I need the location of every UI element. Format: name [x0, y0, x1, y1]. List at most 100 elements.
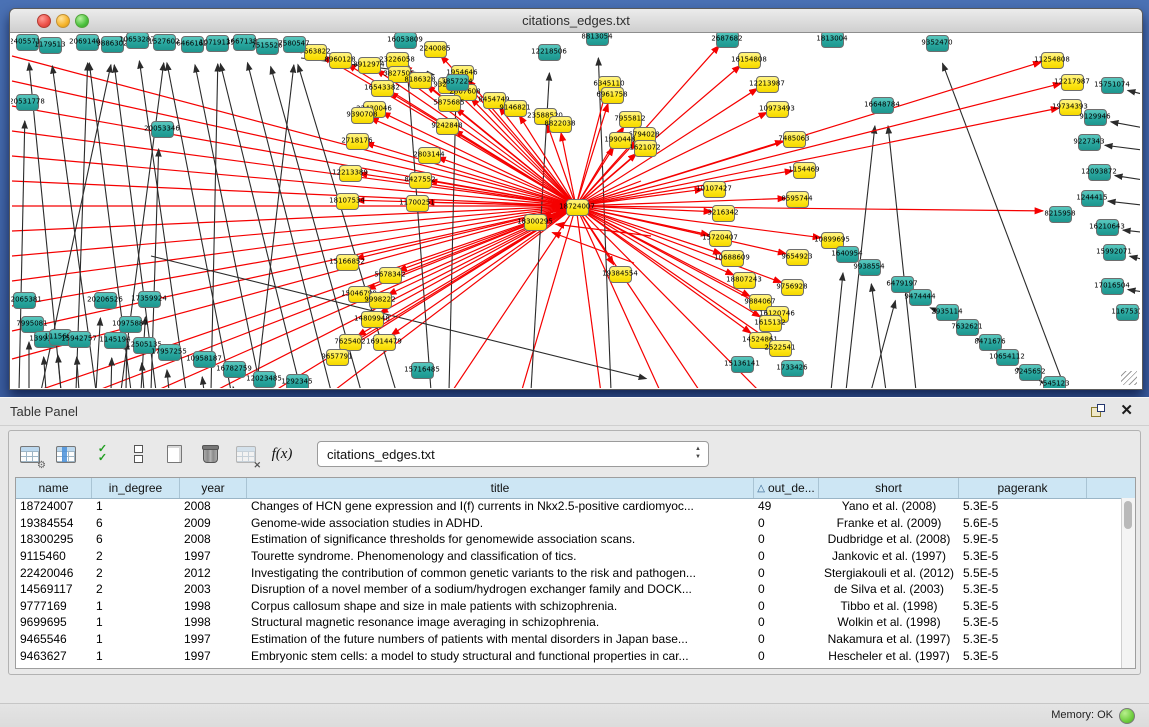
column-header-year[interactable]: year [180, 478, 247, 498]
graph-node[interactable]: 1154469 [793, 162, 816, 179]
graph-node[interactable]: 16914479 [373, 334, 396, 351]
graph-node[interactable]: 20691406 [76, 34, 99, 51]
graph-node[interactable]: 18807243 [733, 272, 756, 289]
graph-node[interactable]: 10973493 [766, 101, 789, 118]
graph-node[interactable]: 10958187 [193, 351, 216, 368]
graph-node[interactable]: 1813004 [821, 33, 844, 48]
graph-node[interactable]: 11254808 [1041, 52, 1064, 69]
delete-table-icon[interactable]: ✕ [233, 441, 259, 467]
graph-node[interactable]: 9146821 [504, 100, 527, 117]
table-selector-dropdown[interactable]: citations_edges.txt ▲▼ [317, 441, 709, 467]
graph-node[interactable]: 10107427 [703, 181, 726, 198]
graph-node[interactable]: 17359924 [138, 291, 161, 308]
graph-node[interactable]: 9352470 [926, 35, 949, 52]
graph-node[interactable]: 20206526 [94, 292, 117, 309]
graph-node[interactable]: 16648784 [871, 97, 894, 114]
graph-node[interactable]: 16154808 [738, 52, 761, 69]
graph-node[interactable]: 8471676 [979, 334, 1002, 351]
table-row[interactable]: 1872400712008Changes of HCN gene express… [16, 498, 1122, 515]
graph-node[interactable]: 5875685 [438, 95, 461, 112]
graph-node[interactable]: 8813054 [586, 33, 609, 46]
graph-node[interactable]: 12213389 [339, 165, 362, 182]
graph-node[interactable]: 2687682 [716, 33, 739, 48]
delete-rows-icon[interactable] [197, 441, 223, 467]
graph-node[interactable]: 8912974 [358, 57, 381, 74]
graph-node[interactable]: 15136141 [731, 356, 754, 373]
select-columns-icon[interactable] [53, 441, 79, 467]
vertical-scrollbar[interactable] [1121, 498, 1135, 668]
table-row[interactable]: 969969511998Structural magnetic resonanc… [16, 614, 1122, 631]
table-settings-icon[interactable]: ⚙ [17, 441, 43, 467]
graph-node[interactable]: 9998222 [369, 292, 392, 309]
graph-node[interactable]: 12217987 [1061, 74, 1084, 91]
graph-node[interactable]: 12093872 [1088, 164, 1111, 181]
graph-node[interactable]: 9654923 [786, 249, 809, 266]
graph-node[interactable]: 8215958 [1049, 206, 1072, 223]
graph-node[interactable]: 9938554 [858, 259, 881, 276]
graph-node[interactable]: 12213987 [756, 76, 779, 93]
network-canvas[interactable]: 7663822896012889129742322605838275051654… [11, 33, 1140, 388]
column-header-title[interactable]: title [247, 478, 754, 498]
graph-node[interactable]: 10688609 [721, 250, 744, 267]
graph-node[interactable]: 7545123 [1043, 376, 1066, 389]
row-height-icon[interactable] [125, 441, 151, 467]
graph-node[interactable]: 1244415 [1081, 190, 1104, 207]
graph-node[interactable]: 16543382 [371, 80, 394, 97]
graph-node[interactable]: 7955812 [619, 111, 642, 128]
graph-node[interactable]: 12023485 [253, 371, 276, 388]
graph-node[interactable]: 1733426 [781, 360, 804, 377]
graph-node[interactable]: 17957255 [158, 344, 181, 361]
graph-node[interactable]: 20531778 [16, 94, 39, 111]
column-header-name[interactable]: name [16, 478, 92, 498]
graph-node[interactable]: 15992071 [1103, 244, 1126, 261]
graph-node[interactable]: 2935114 [936, 304, 959, 321]
column-header-in_degree[interactable]: in_degree [92, 478, 180, 498]
graph-node[interactable]: 2718176 [346, 133, 369, 150]
graph-node[interactable]: 16210643 [1096, 219, 1119, 236]
graph-node[interactable]: 18724007 [566, 199, 589, 216]
graph-node[interactable]: 15716485 [411, 362, 434, 379]
graph-node[interactable]: 11700251 [406, 195, 429, 212]
graph-node[interactable]: 1615132 [759, 315, 782, 332]
graph-node[interactable]: 9390708 [351, 107, 374, 124]
graph-node[interactable]: 19384554 [609, 266, 632, 283]
graph-node[interactable]: 5678342 [379, 267, 402, 284]
graph-node[interactable]: 1527602 [153, 34, 176, 51]
graph-node[interactable]: 1621072 [634, 140, 657, 157]
graph-node[interactable]: 15166852 [336, 254, 359, 271]
graph-node[interactable]: 6961758 [601, 87, 624, 104]
graph-node[interactable]: 8595744 [786, 191, 809, 208]
graph-node[interactable]: 8960128 [329, 52, 352, 69]
graph-node[interactable]: 9242848 [436, 118, 459, 135]
graph-node[interactable]: 19734393 [1059, 99, 1082, 116]
table-row[interactable]: 1938455462009Genome-wide association stu… [16, 515, 1122, 532]
graph-node[interactable]: 9474444 [909, 289, 932, 306]
graph-node[interactable]: 10654112 [996, 349, 1019, 366]
graph-node[interactable]: 7625402 [339, 334, 362, 351]
float-panel-icon[interactable] [1091, 404, 1105, 417]
select-all-rows-icon[interactable]: ✓✓ [89, 441, 115, 467]
graph-node[interactable]: 8427552 [409, 172, 432, 189]
graph-node[interactable]: 3216342 [712, 205, 735, 222]
graph-node[interactable]: 1292345 [286, 374, 309, 389]
graph-node[interactable]: 12218506 [538, 44, 561, 61]
graph-node[interactable]: 9129946 [1084, 109, 1107, 126]
table-row[interactable]: 977716911998Corpus callosum shape and si… [16, 598, 1122, 615]
graph-node[interactable]: 12065381 [13, 292, 36, 309]
graph-node[interactable]: 7995081 [21, 316, 44, 333]
graph-node[interactable]: 8822038 [549, 116, 572, 133]
close-panel-icon[interactable]: ✕ [1120, 401, 1133, 419]
graph-node[interactable]: 7580547 [283, 36, 306, 53]
table-row[interactable]: 2242004622012Investigating the contribut… [16, 564, 1122, 581]
graph-node[interactable]: 9657791 [326, 349, 349, 366]
graph-node[interactable]: 18107534 [336, 193, 359, 210]
graph-node[interactable]: 7485063 [783, 131, 806, 148]
table-row[interactable]: 946362711997Embryonic stem cells: a mode… [16, 647, 1122, 664]
graph-node[interactable]: 8186328 [409, 72, 432, 89]
graph-node[interactable]: 20053346 [151, 121, 174, 138]
function-builder-button[interactable]: f(x) [269, 441, 295, 467]
graph-node[interactable]: 1179513 [39, 37, 62, 54]
scrollbar-thumb[interactable] [1124, 501, 1132, 529]
graph-node[interactable]: 9227343 [1078, 134, 1101, 151]
table-row[interactable]: 911546021997Tourette syndrome. Phenomeno… [16, 548, 1122, 565]
